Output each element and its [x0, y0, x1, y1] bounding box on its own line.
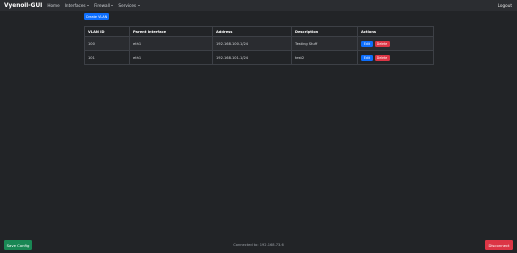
caret-down-icon — [111, 5, 114, 6]
cell-actions: Edit Delete — [357, 50, 434, 65]
cell-vlan-id: 100 — [84, 36, 130, 51]
nav-home[interactable]: Home — [47, 3, 59, 8]
cell-parent-interface: eth1 — [129, 50, 213, 65]
cell-address: 192.168.101.1/24 — [212, 50, 292, 65]
nav-interfaces-label: Interfaces — [64, 3, 86, 8]
logout-link[interactable]: Logout — [498, 0, 512, 11]
cell-actions: Edit Delete — [357, 36, 434, 51]
table-row: 101 eth1 192.168.101.1/24 test2 Edit Del… — [84, 50, 434, 65]
caret-down-icon — [137, 5, 140, 6]
header-actions: Actions — [357, 26, 434, 37]
disconnect-button[interactable]: Disconnect — [485, 240, 513, 250]
cell-vlan-id: 101 — [84, 50, 130, 65]
nav-firewall-dropdown[interactable]: Firewall — [94, 3, 114, 8]
nav-services-label: Services — [118, 3, 137, 8]
cell-description: Testing Stuff — [291, 36, 358, 51]
nav-services-dropdown[interactable]: Services — [118, 3, 140, 8]
table-row: 100 eth1 192.168.100.1/24 Testing Stuff … — [84, 36, 434, 51]
vlan-table: VLAN ID Parent Interface Address Descrip… — [84, 26, 434, 65]
cell-parent-interface: eth1 — [129, 36, 213, 51]
cell-description: test2 — [291, 50, 358, 65]
brand-title[interactable]: Vyenoil-GUI — [4, 3, 42, 9]
cell-address: 192.168.100.1/24 — [212, 36, 292, 51]
delete-button[interactable]: Delete — [374, 54, 390, 61]
create-vlan-button[interactable]: Create VLAN — [84, 13, 109, 20]
top-navbar: Vyenoil-GUI Home Interfaces Firewall Ser… — [0, 0, 517, 11]
edit-button[interactable]: Edit — [361, 54, 373, 61]
nav-interfaces-dropdown[interactable]: Interfaces — [64, 3, 90, 8]
delete-button[interactable]: Delete — [374, 40, 390, 47]
edit-button[interactable]: Edit — [361, 40, 373, 47]
header-vlan-id: VLAN ID — [84, 26, 130, 37]
header-address: Address — [212, 26, 292, 37]
nav-home-label: Home — [47, 3, 60, 8]
caret-down-icon — [87, 5, 90, 6]
table-header-row: VLAN ID Parent Interface Address Descrip… — [84, 26, 434, 37]
header-parent-interface: Parent Interface — [129, 26, 213, 37]
nav-firewall-label: Firewall — [94, 3, 110, 8]
connection-status: Connected to: 192.168.73.6 — [233, 243, 284, 247]
header-description: Description — [291, 26, 358, 37]
